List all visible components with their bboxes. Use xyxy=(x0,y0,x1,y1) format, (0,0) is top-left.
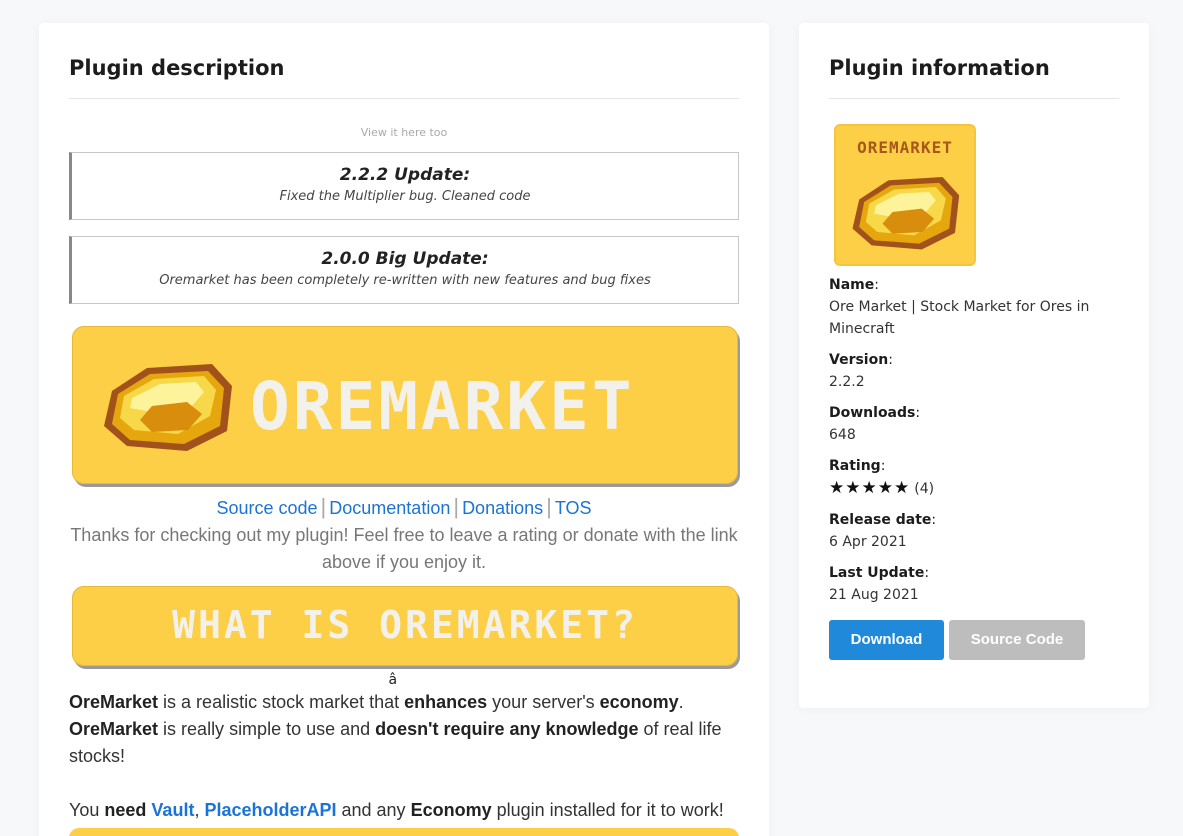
label-text: Downloads xyxy=(829,405,916,421)
banner-title-text: OREMARKET xyxy=(250,368,635,445)
description-paragraph: OreMarket is a realistic stock market th… xyxy=(69,689,739,824)
star-icon: ★ xyxy=(845,478,862,498)
update-note-2-0-0: 2.0.0 Big Update: Oremarket has been com… xyxy=(69,236,739,304)
thanks-text: Thanks for checking out my plugin! Feel … xyxy=(70,525,738,572)
bold-word: need xyxy=(104,800,147,820)
text-span: . xyxy=(678,692,684,712)
bold-word: OreMarket xyxy=(69,719,159,739)
garbled-glyph: â xyxy=(388,672,420,688)
star-icon: ★ xyxy=(861,478,878,498)
tos-link[interactable]: TOS xyxy=(555,498,592,518)
last-update-label: Last Update: xyxy=(829,562,1119,584)
last-update-value: 21 Aug 2021 xyxy=(829,587,919,603)
label-text: Release date xyxy=(829,512,932,528)
plugin-logo: OREMARKET xyxy=(834,124,976,266)
source-code-link[interactable]: Source code xyxy=(216,498,317,518)
next-banner-peek xyxy=(69,828,739,836)
download-button[interactable]: Download xyxy=(829,620,944,660)
colon: : xyxy=(931,512,937,528)
update-text: Fixed the Multiplier bug. Cleaned code xyxy=(279,189,531,204)
colon: : xyxy=(880,458,886,474)
colon: : xyxy=(924,565,930,581)
text-span: You xyxy=(69,800,105,820)
label-text: Rating xyxy=(829,458,881,474)
bold-word: Economy xyxy=(410,800,492,820)
version-value: 2.2.2 xyxy=(829,374,865,390)
update-note-2-2-2: 2.2.2 Update: Fixed the Multiplier bug. … xyxy=(69,152,739,220)
plugin-information-card: Plugin information OREMARKET Name: Ore M… xyxy=(799,23,1149,708)
name-label: Name: xyxy=(829,274,1119,296)
star-icon: ★ xyxy=(829,478,846,498)
star-icon: ★ xyxy=(894,478,911,498)
update-title: 2.0.0 Big Update: xyxy=(321,249,489,269)
version-label: Version: xyxy=(829,349,1119,371)
banner-heading-text: WHAT IS OREMARKET? xyxy=(172,603,638,647)
update-text: Oremarket has been completely re-written… xyxy=(159,273,651,288)
downloads-label: Downloads: xyxy=(829,402,1119,424)
link-separator: | xyxy=(320,494,327,519)
action-buttons: Download Source Code xyxy=(829,620,1119,660)
bold-word: OreMarket xyxy=(69,692,159,712)
donations-link[interactable]: Donations xyxy=(462,498,543,518)
gold-ingot-icon xyxy=(104,364,232,451)
vault-link[interactable]: Vault xyxy=(151,800,194,820)
bold-word: economy xyxy=(599,692,679,712)
rating-count: (4) xyxy=(914,481,935,497)
text-span: your server's xyxy=(487,692,600,712)
link-separator: | xyxy=(546,494,552,519)
label-text: Version xyxy=(829,352,889,368)
source-code-button[interactable]: Source Code xyxy=(949,620,1085,660)
colon: : xyxy=(915,405,921,421)
name-value: Ore Market | Stock Market for Ores in Mi… xyxy=(829,299,1090,337)
rating-label: Rating: xyxy=(829,455,1119,477)
text-span: is a realistic stock market that xyxy=(158,692,405,712)
star-icon: ★ xyxy=(877,478,894,498)
resource-links: Source code | Documentation | Donations | TOS xyxy=(69,496,739,519)
text-span: , xyxy=(194,800,205,820)
plugin-description-card: Plugin description View it here too 2.2.… xyxy=(39,23,769,836)
description-title: Plugin description xyxy=(69,53,739,99)
view-it-here-link[interactable]: View it here too xyxy=(69,126,739,152)
placeholderapi-link[interactable]: PlaceholderAPI xyxy=(204,800,336,820)
rating-stars: ★★★★★ (4) xyxy=(829,477,1119,500)
release-date-label: Release date: xyxy=(829,509,1119,531)
information-title: Plugin information xyxy=(829,53,1119,99)
update-title: 2.2.2 Update: xyxy=(339,165,471,185)
release-date-value: 6 Apr 2021 xyxy=(829,534,907,550)
text-span: plugin installed for it to work! xyxy=(491,800,724,820)
logo-text: OREMARKET xyxy=(857,138,953,157)
oremarket-banner-image: OREMARKET xyxy=(72,326,738,484)
text-span: and any xyxy=(336,800,411,820)
label-text: Name xyxy=(829,277,875,293)
bold-word: enhances xyxy=(404,692,488,712)
downloads-value: 648 xyxy=(829,427,856,443)
label-text: Last Update xyxy=(829,565,925,581)
colon: : xyxy=(888,352,893,368)
colon: : xyxy=(874,277,879,293)
gold-ingot-icon xyxy=(852,177,960,250)
bold-word: doesn't require any knowledge xyxy=(375,719,639,739)
what-is-oremarket-banner: WHAT IS OREMARKET? xyxy=(72,586,738,666)
documentation-link[interactable]: Documentation xyxy=(329,498,450,518)
text-span: is really simple to use and xyxy=(158,719,376,739)
link-separator: | xyxy=(453,494,460,519)
